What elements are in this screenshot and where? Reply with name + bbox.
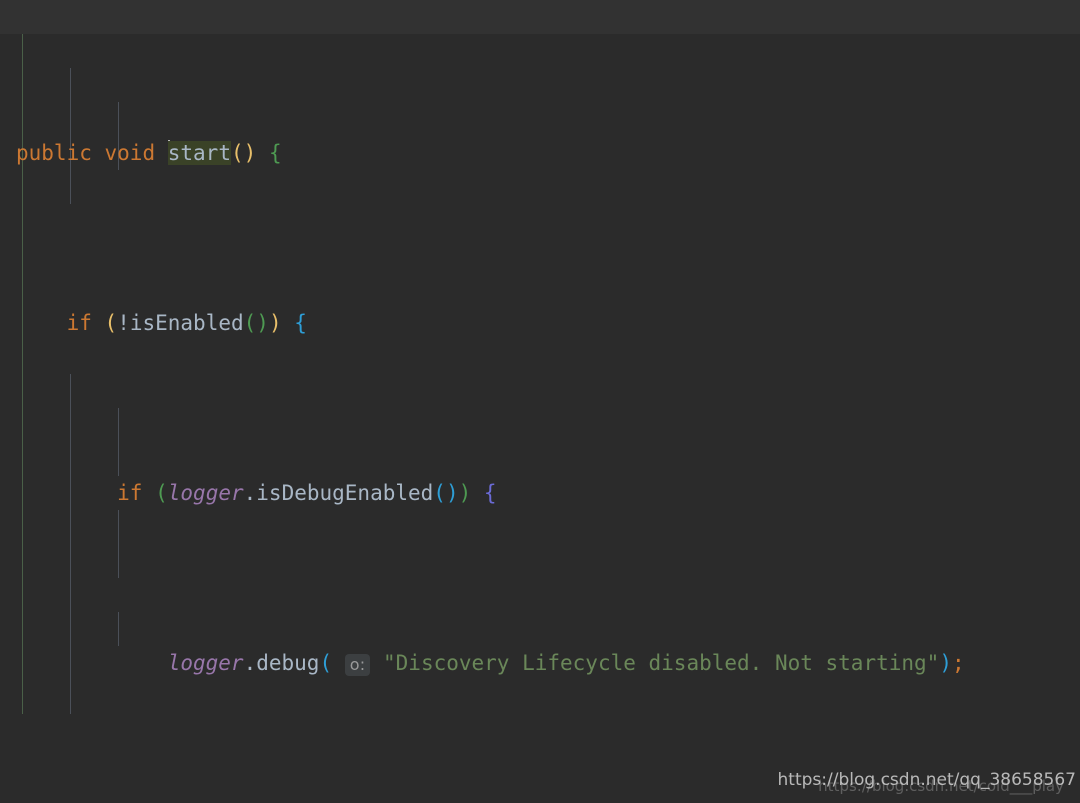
dot: . (243, 651, 257, 675)
code-line-1: public void start() { (0, 136, 1080, 170)
code-line-4: logger.debug( o: "Discovery Lifecycle di… (0, 646, 1080, 680)
code-line-3: if (logger.isDebugEnabled()) { (0, 476, 1080, 510)
call-debug: debug (256, 651, 320, 675)
code-editor[interactable]: public void start() { if (!isEnabled()) … (0, 0, 1080, 803)
call-isEnabled: isEnabled (129, 311, 244, 335)
brace-open: { (268, 141, 282, 165)
keyword-if: if (117, 481, 143, 505)
keyword-void: void (104, 141, 156, 165)
call-parens: () (433, 481, 459, 505)
code-content: public void start() { if (!isEnabled()) … (0, 0, 1080, 803)
keyword-public: public (16, 141, 92, 165)
paren-close: ) (243, 141, 257, 165)
code-line-2: if (!isEnabled()) { (0, 306, 1080, 340)
paren-close: ) (268, 311, 282, 335)
paren-open: ( (230, 141, 244, 165)
method-name-start: start (167, 141, 231, 165)
paren-open: ( (319, 651, 333, 675)
inlay-hint-o[interactable]: o: (344, 654, 371, 676)
paren-close: ) (458, 481, 472, 505)
static-field-logger: logger (167, 481, 244, 505)
operator-not: ! (117, 311, 130, 335)
paren-close: ) (939, 651, 952, 675)
dot: . (243, 481, 257, 505)
keyword-if: if (66, 311, 92, 335)
string-literal: "Discovery Lifecycle disabled. Not start… (383, 651, 940, 675)
semicolon: ; (951, 651, 965, 675)
brace-open: { (483, 481, 497, 505)
paren-open: ( (155, 481, 168, 505)
call-isDebugEnabled: isDebugEnabled (256, 481, 434, 505)
static-field-logger: logger (167, 651, 244, 675)
call-parens: () (243, 311, 269, 335)
paren-open: ( (104, 311, 118, 335)
brace-open: { (294, 311, 307, 335)
